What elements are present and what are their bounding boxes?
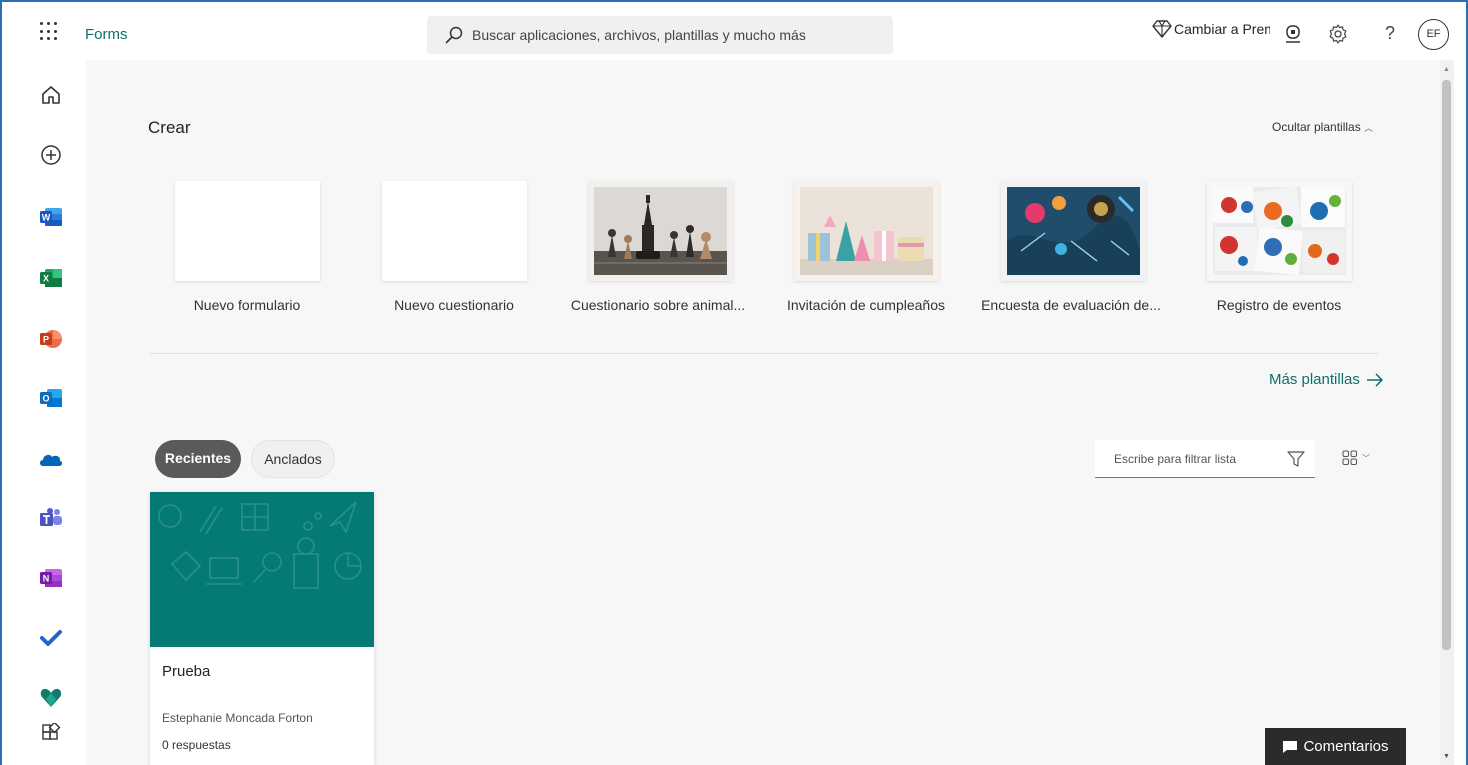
view-toggle-button[interactable]: ﹀	[1342, 450, 1370, 466]
immersive-reader-icon[interactable]	[1281, 22, 1305, 46]
app-title[interactable]: Forms	[85, 26, 128, 43]
help-icon[interactable]: ?	[1378, 22, 1402, 46]
todo-icon[interactable]	[38, 625, 64, 651]
tab-recent[interactable]: Recientes	[155, 440, 241, 478]
template-birthday-invitation[interactable]	[794, 181, 939, 281]
create-section-title: Crear	[148, 118, 191, 137]
word-icon[interactable]: W	[38, 204, 64, 230]
more-templates-label: Más plantillas	[1269, 371, 1360, 388]
birthday-thumbnail	[794, 181, 939, 281]
template-animal-quiz[interactable]	[588, 181, 733, 281]
form-owner: Estephanie Moncada Forton	[162, 711, 313, 725]
chess-thumbnail	[588, 181, 733, 281]
template-label: Nuevo formulario	[193, 297, 301, 313]
form-card[interactable]: Prueba Estephanie Moncada Forton 0 respu…	[150, 492, 374, 765]
more-templates-link[interactable]: Más plantillas	[1269, 371, 1384, 388]
powerpoint-icon[interactable]: P	[38, 326, 64, 352]
arrow-right-icon	[1366, 372, 1383, 387]
form-title: Prueba	[162, 663, 211, 680]
search-icon	[445, 26, 463, 44]
survey-thumbnail	[1001, 181, 1146, 281]
form-card-cover	[150, 492, 374, 647]
filter-input[interactable]: Escribe para filtrar lista	[1095, 440, 1315, 478]
excel-icon[interactable]: X	[38, 265, 64, 291]
template-evaluation-survey[interactable]	[1001, 181, 1146, 281]
left-rail: W X P O N	[2, 60, 86, 765]
viva-icon[interactable]	[38, 685, 64, 711]
outlook-icon[interactable]: O	[38, 385, 64, 411]
grid-view-icon	[1342, 450, 1357, 465]
template-event-registration[interactable]	[1207, 181, 1352, 281]
section-divider	[150, 353, 1378, 354]
scroll-down-icon[interactable]: ▼	[1443, 753, 1450, 760]
home-icon[interactable]	[38, 82, 64, 108]
feedback-label: Comentarios	[1303, 738, 1389, 755]
comment-icon	[1283, 740, 1298, 753]
filter-placeholder: Escribe para filtrar lista	[1114, 452, 1237, 466]
template-new-form[interactable]	[175, 181, 320, 281]
app-launcher-icon[interactable]	[40, 22, 60, 42]
tab-pinned[interactable]: Anclados	[251, 440, 335, 478]
filter-funnel-icon[interactable]	[1287, 450, 1305, 468]
template-new-quiz[interactable]	[382, 181, 527, 281]
feedback-button[interactable]: Comentarios	[1265, 728, 1406, 765]
search-placeholder: Buscar aplicaciones, archivos, plantilla…	[472, 27, 806, 43]
onedrive-icon[interactable]	[38, 446, 64, 472]
card-pattern	[158, 501, 362, 589]
all-apps-icon[interactable]	[38, 720, 64, 746]
top-bar: Forms Buscar aplicaciones, archivos, pla…	[2, 2, 1466, 60]
template-label: Encuesta de evaluación de...	[981, 297, 1161, 313]
svg-text:W: W	[42, 213, 51, 223]
avatar[interactable]: EF	[1418, 19, 1449, 50]
upgrade-label: Cambiar a Premium	[1174, 21, 1270, 37]
upgrade-button[interactable]: Cambiar a Premium	[1152, 20, 1270, 38]
hide-templates-link[interactable]: Ocultar plantillas ︿	[1272, 120, 1373, 134]
search-box[interactable]: Buscar aplicaciones, archivos, plantilla…	[427, 16, 893, 54]
create-icon[interactable]	[38, 142, 64, 168]
scroll-thumb[interactable]	[1442, 80, 1451, 650]
svg-text:O: O	[42, 394, 49, 404]
template-label: Nuevo cuestionario	[394, 297, 514, 313]
svg-text:X: X	[43, 274, 49, 284]
template-label: Invitación de cumpleaños	[787, 297, 945, 313]
chevron-down-icon: ﹀	[1362, 453, 1370, 463]
settings-gear-icon[interactable]	[1326, 22, 1350, 46]
vertical-scrollbar[interactable]: ▲ ▼	[1440, 60, 1454, 765]
svg-text:P: P	[43, 335, 49, 345]
template-label: Cuestionario sobre animal...	[570, 297, 746, 313]
diamond-icon	[1152, 20, 1172, 38]
scroll-up-icon[interactable]: ▲	[1443, 66, 1450, 73]
hide-templates-label: Ocultar plantillas	[1272, 120, 1361, 134]
teams-icon[interactable]	[38, 505, 64, 531]
template-label: Registro de eventos	[1216, 297, 1342, 313]
form-responses-count: 0 respuestas	[162, 738, 231, 752]
calendar-thumbnail	[1207, 181, 1352, 281]
chevron-up-icon: ︿	[1364, 123, 1374, 133]
svg-text:N: N	[43, 574, 50, 584]
onenote-icon[interactable]: N	[38, 565, 64, 591]
